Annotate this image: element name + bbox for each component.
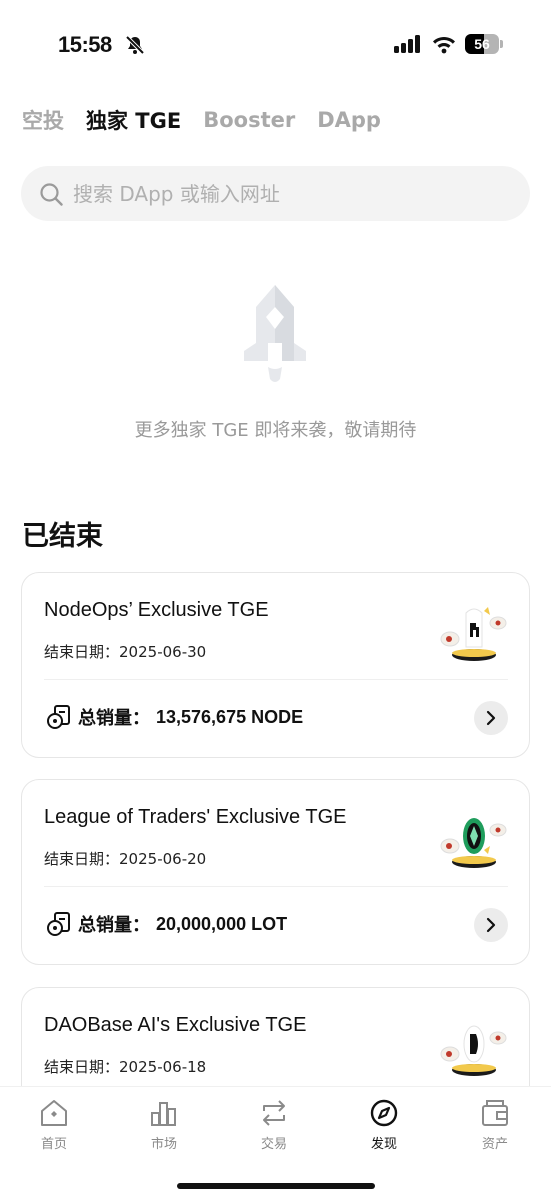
compass-icon xyxy=(370,1099,398,1127)
wifi-icon xyxy=(433,37,455,54)
nav-label-discover: 发现 xyxy=(370,1137,397,1152)
sales-label: 总销量： xyxy=(78,708,150,729)
end-date-value: 2025-06-20 xyxy=(119,850,207,868)
battery-icon: 56 xyxy=(465,34,503,54)
sales-label: 总销量： xyxy=(78,915,150,936)
card-title: DAOBase AI's Exclusive TGE xyxy=(44,1014,307,1036)
nodeops-token-logo-icon xyxy=(440,607,507,661)
card-divider xyxy=(44,679,508,680)
end-date-label: 结束日期： xyxy=(44,850,120,868)
token-sales-icon xyxy=(47,912,70,936)
trade-swap-icon xyxy=(263,1100,285,1126)
nav-item-trade[interactable]: 交易 xyxy=(234,1097,314,1157)
nav-label-home: 首页 xyxy=(40,1137,67,1152)
sales-value: 13,576,675 NODE xyxy=(156,706,304,727)
tab-airdrop[interactable]: 空投 xyxy=(22,105,64,135)
card-detail-button[interactable] xyxy=(474,908,508,942)
cellular-signal-icon xyxy=(394,35,420,53)
tab-dapp[interactable]: DApp xyxy=(317,108,381,132)
end-date-value: 2025-06-18 xyxy=(119,1058,207,1076)
nav-item-market[interactable]: 市场 xyxy=(124,1097,204,1157)
card-total-sales: 总销量： 20,000,000 LOT xyxy=(46,911,287,937)
tab-exclusive-tge[interactable]: 独家 TGE xyxy=(86,105,181,135)
top-tabs: 空投 独家 TGE Booster DApp xyxy=(22,104,381,136)
battery-level: 56 xyxy=(474,36,490,52)
card-title: NodeOps’ Exclusive TGE xyxy=(44,599,269,621)
wallet-icon xyxy=(482,1100,508,1126)
nav-label-market: 市场 xyxy=(150,1137,177,1152)
nav-label-assets: 资产 xyxy=(481,1137,508,1152)
home-indicator[interactable] xyxy=(177,1183,375,1189)
nav-label-trade: 交易 xyxy=(260,1137,287,1152)
nav-item-home[interactable]: 首页 xyxy=(14,1097,94,1157)
chevron-right-icon xyxy=(486,917,496,933)
card-divider xyxy=(44,886,508,887)
section-title-ended: 已结束 xyxy=(22,521,103,552)
end-date-label: 结束日期： xyxy=(44,643,120,661)
rocket-empty-illustration xyxy=(244,285,306,382)
nav-item-discover[interactable]: 发现 xyxy=(344,1097,424,1157)
card-end-date: 结束日期：2025-06-30 xyxy=(44,641,206,662)
card-title: League of Traders' Exclusive TGE xyxy=(44,806,347,828)
nav-item-assets[interactable]: 资产 xyxy=(455,1097,535,1157)
tge-card[interactable]: NodeOps’ Exclusive TGE 结束日期：2025-06-30 总… xyxy=(21,572,530,758)
search-icon xyxy=(40,183,63,206)
search-input[interactable] xyxy=(73,166,513,221)
status-time: 15:58 xyxy=(58,32,112,57)
tge-card[interactable]: League of Traders' Exclusive TGE 结束日期：20… xyxy=(21,779,530,965)
market-chart-icon xyxy=(151,1102,176,1126)
bell-muted-icon xyxy=(125,35,145,55)
end-date-label: 结束日期： xyxy=(44,1058,120,1076)
end-date-value: 2025-06-30 xyxy=(119,643,207,661)
bottom-nav: 首页 市场 交易 发现 资产 xyxy=(0,1086,551,1200)
daobase-token-logo-icon xyxy=(440,1025,507,1076)
card-detail-button[interactable] xyxy=(474,701,508,735)
empty-state-message: 更多独家 TGE 即将来袭，敬请期待 xyxy=(134,420,417,441)
search-bar[interactable] xyxy=(21,166,530,221)
token-sales-icon xyxy=(47,705,70,729)
sales-value: 20,000,000 LOT xyxy=(156,913,288,934)
card-total-sales: 总销量： 13,576,675 NODE xyxy=(46,704,303,730)
status-bar: 15:58 56 xyxy=(0,0,551,90)
card-end-date: 结束日期：2025-06-20 xyxy=(44,848,206,869)
league-of-traders-token-logo-icon xyxy=(440,818,507,868)
home-icon xyxy=(41,1100,67,1126)
card-end-date: 结束日期：2025-06-18 xyxy=(44,1056,206,1077)
chevron-right-icon xyxy=(486,710,496,726)
tab-booster[interactable]: Booster xyxy=(203,108,295,132)
